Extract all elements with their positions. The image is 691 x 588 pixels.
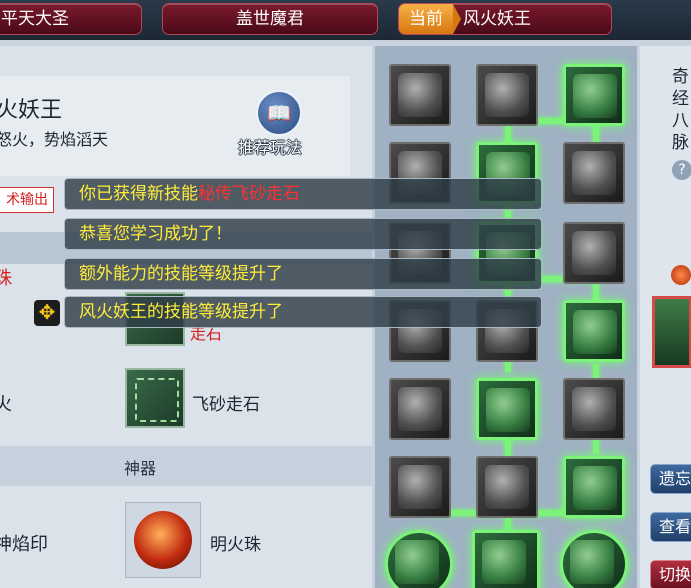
notification-extra-level: 额外能力的技能等级提升了 (64, 258, 542, 290)
feisha-label: 飞砂走石 (192, 395, 260, 415)
notification-text: 你已获得新技能 (79, 184, 198, 204)
artifact-section-title: 神器 (124, 459, 157, 478)
hero-name: 火妖王 (0, 98, 63, 123)
hero-subtitle: 怒火，势焰滔天 (0, 130, 109, 149)
compass-star-icon (573, 310, 617, 354)
help-icon[interactable]: ? (672, 160, 691, 180)
fire-gem-icon (671, 265, 691, 285)
switch-button[interactable]: 切换 (650, 560, 691, 588)
demon-king-icon (482, 540, 526, 584)
skill-slot[interactable] (472, 530, 540, 588)
artifact-label: 明火珠 (210, 535, 261, 555)
flame-icon (398, 73, 442, 117)
notification-text: 恭喜您学习成功了！ (79, 224, 232, 244)
skill-slot[interactable] (389, 456, 451, 518)
skill-slot[interactable] (389, 64, 451, 126)
move-arrows-icon[interactable]: ✥ (34, 300, 60, 326)
tab-fenghuo-current[interactable]: 当前 风火妖王 (398, 3, 612, 35)
artifact-icon[interactable] (125, 502, 201, 578)
skill-slot[interactable] (563, 222, 625, 284)
tab-label: 盖世魔君 (236, 9, 304, 29)
current-badge: 当前 (399, 4, 461, 34)
forget-button[interactable]: 遗忘 (650, 464, 691, 494)
meridian-char: 脉 (672, 133, 689, 153)
scatter-dots-icon (398, 387, 442, 431)
notification-text: 风火妖王的技能等级提升了 (79, 302, 283, 322)
skill-slot[interactable] (476, 456, 538, 518)
seal-label: 神焰印 (0, 534, 48, 555)
view-button[interactable]: 查看 (650, 512, 691, 542)
feisha-skill-icon[interactable] (125, 368, 185, 428)
serpent-icon (570, 540, 614, 584)
cliff-icon (572, 151, 616, 195)
skill-slot[interactable] (563, 142, 625, 204)
skill-slot[interactable] (563, 378, 625, 440)
skill-slot[interactable] (389, 378, 451, 440)
skill-slot[interactable] (476, 64, 538, 126)
top-tab-bar: 平天大圣 盖世魔君 当前 风火妖王 (0, 0, 691, 40)
role-tag: 术输出 (0, 187, 54, 213)
recommend-playstyle-label[interactable]: 推荐玩法 (238, 134, 302, 158)
starburst-icon (572, 387, 616, 431)
tab-label: 风火妖王 (463, 9, 531, 29)
stone-fist-icon (486, 388, 530, 432)
skill-slot[interactable] (563, 64, 625, 126)
notification-highlight: 秘传飞砂走石 (198, 184, 300, 204)
skill-slot[interactable] (563, 300, 625, 362)
cloud-swirl-icon (573, 466, 617, 510)
tab-gaishi[interactable]: 盖世魔君 (162, 3, 378, 35)
skill-slot[interactable] (476, 378, 538, 440)
notification-text: 额外能力的技能等级提升了 (79, 264, 283, 284)
selected-skill-preview[interactable] (652, 296, 691, 368)
vortex-icon (485, 465, 529, 509)
fire-orb-icon (134, 511, 192, 569)
mountain-icon (573, 74, 617, 118)
notification-learn-success: 恭喜您学习成功了！ (64, 218, 542, 250)
wolf-icon (398, 465, 442, 509)
skill-slot[interactable] (563, 456, 625, 518)
dragon-icon (395, 540, 439, 584)
artifact-band (0, 446, 372, 486)
beast-head-icon (485, 73, 529, 117)
notification-new-skill: 你已获得新技能秘传飞砂走石 (64, 178, 542, 210)
fire-label: 火 (0, 394, 12, 415)
tab-label: 平天大圣 (1, 9, 69, 29)
pearl-text: 珠 (0, 268, 12, 289)
bone-icon (572, 231, 616, 275)
notification-school-level: 风火妖王的技能等级提升了 (64, 296, 542, 328)
tab-pingtian[interactable]: 平天大圣 (0, 3, 142, 35)
book-icon[interactable]: 📖 (256, 90, 302, 136)
